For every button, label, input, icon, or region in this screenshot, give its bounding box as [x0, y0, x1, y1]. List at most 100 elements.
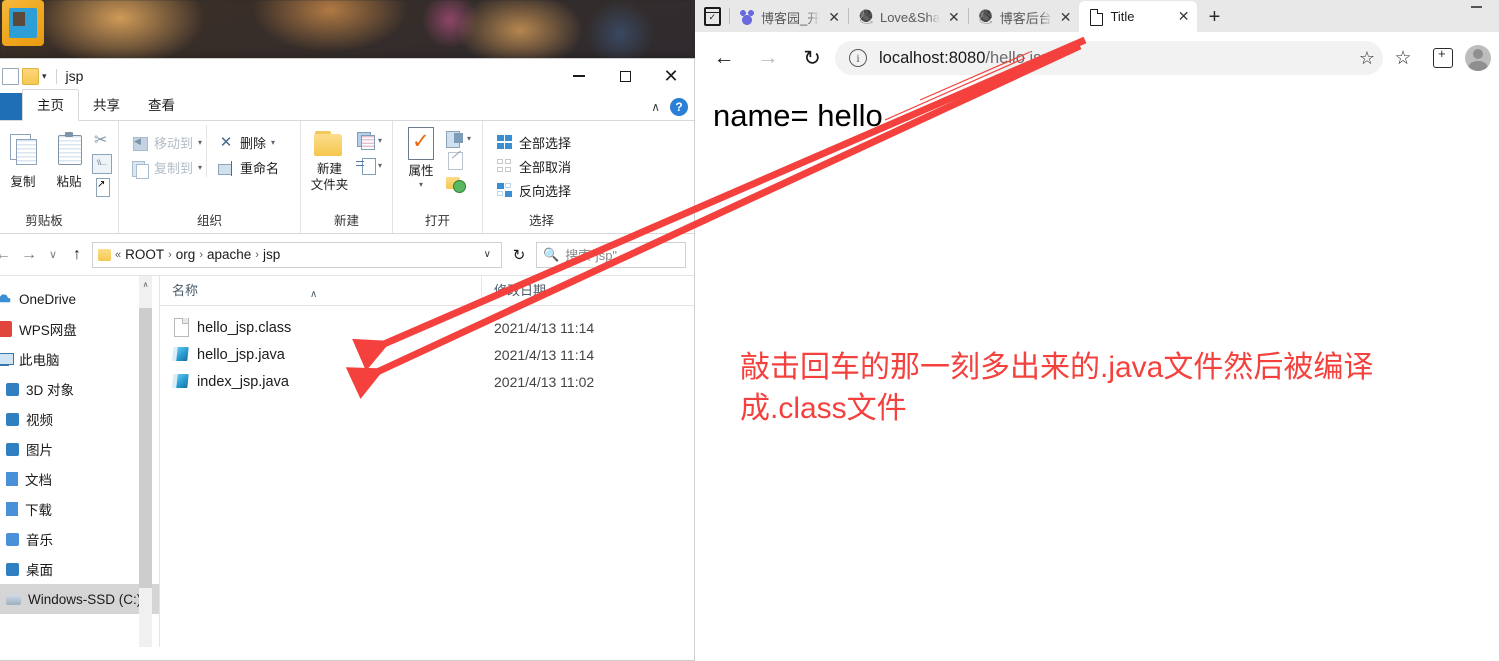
invert-selection-button[interactable]: 反向选择 [497, 181, 571, 200]
desktop-folder-icon[interactable] [2, 0, 44, 46]
browser-tab-2[interactable]: Love&Sha ✕ [849, 2, 968, 32]
site-info-icon[interactable]: i [849, 49, 867, 67]
edit-icon[interactable] [445, 151, 465, 170]
nav-item-desktop[interactable]: 桌面 [0, 554, 160, 584]
pictures-icon [6, 442, 19, 456]
nav-item-this-pc[interactable]: 此电脑 [0, 344, 160, 374]
nav-item-music[interactable]: 音乐 [0, 524, 160, 554]
back-button[interactable]: ← [0, 242, 14, 268]
copy-path-icon[interactable]: \\... [92, 154, 112, 174]
maximize-button[interactable] [602, 59, 648, 93]
close-button[interactable]: ✕ [648, 59, 694, 93]
tab-home[interactable]: 主页 [22, 89, 79, 121]
tab-share[interactable]: 共享 [79, 90, 134, 120]
table-row[interactable]: hello_jsp.class 2021/4/13 11:14 [160, 314, 694, 341]
browser-tab-3[interactable]: 博客后台 ✕ [969, 2, 1080, 32]
select-all-button[interactable]: 全部选择 [497, 133, 571, 152]
chevron-down-icon[interactable]: ▾ [42, 68, 47, 85]
breadcrumb-apache[interactable]: apache [207, 247, 251, 262]
ribbon-group-organize: 移动到 ▾ 复制到 ▾ ✕ 删除 ▾ [118, 121, 300, 233]
rename-button[interactable]: 重命名 [217, 158, 279, 177]
tab-view[interactable]: 查看 [134, 90, 189, 120]
forward-button[interactable]: → [747, 40, 789, 76]
address-bar[interactable]: i localhost:8080/hello.jsp ☆ [835, 41, 1383, 75]
history-icon[interactable] [445, 173, 466, 193]
navigation-pane: OneDrive WPS网盘 此电脑 3D 对象 视频 图片 文档 下载 音乐 … [0, 276, 160, 647]
open-with-button[interactable]: ▾ [445, 129, 471, 148]
paste-shortcut-icon[interactable] [92, 177, 112, 197]
back-button[interactable]: ← [703, 40, 745, 76]
delete-button[interactable]: ✕ 删除 ▾ [217, 133, 279, 152]
move-to-button[interactable]: 移动到 ▾ [131, 133, 202, 152]
browser-minimize-button[interactable] [1461, 0, 1491, 14]
new-item-button[interactable]: ▾ [356, 131, 382, 150]
nav-item-videos[interactable]: 视频 [0, 404, 160, 434]
nav-item-label: WPS网盘 [19, 323, 77, 338]
scrollbar-thumb[interactable] [139, 308, 152, 588]
paste-button[interactable]: 粘贴 [46, 127, 92, 190]
easy-access-button[interactable]: ▾ [355, 156, 382, 175]
new-tab-button[interactable]: + [1197, 2, 1231, 32]
nav-item-wps-cloud[interactable]: WPS网盘 [0, 314, 160, 344]
breadcrumb-root[interactable]: ROOT [125, 247, 164, 262]
close-icon[interactable]: ✕ [946, 9, 962, 26]
table-row[interactable]: index_jsp.java 2021/4/13 11:02 [160, 368, 694, 395]
select-none-button[interactable]: 全部取消 [497, 157, 571, 176]
nav-item-documents[interactable]: 文档 [0, 464, 160, 494]
explorer-content: OneDrive WPS网盘 此电脑 3D 对象 视频 图片 文档 下载 音乐 … [0, 275, 694, 647]
nav-item-label: 3D 对象 [26, 383, 75, 398]
properties-icon[interactable] [2, 67, 19, 85]
refresh-button[interactable]: ↻ [506, 242, 532, 268]
file-rows: hello_jsp.class 2021/4/13 11:14 hello_js… [160, 306, 694, 395]
browser-tab-4[interactable]: Title ✕ [1079, 1, 1198, 32]
forward-button[interactable]: → [18, 242, 40, 268]
chevron-down-icon: ▾ [271, 138, 276, 147]
close-icon[interactable]: ✕ [1176, 8, 1192, 25]
nav-item-downloads[interactable]: 下载 [0, 494, 160, 524]
search-box[interactable]: 🔍 搜索"jsp" [536, 241, 686, 268]
vertical-tabs-button[interactable] [695, 0, 729, 32]
file-name-cell: index_jsp.java [160, 372, 482, 391]
table-row[interactable]: hello_jsp.java 2021/4/13 11:14 [160, 341, 694, 368]
file-name: hello_jsp.java [197, 346, 285, 363]
reload-button[interactable]: ↻ [791, 40, 833, 76]
copy-to-button[interactable]: 复制到 ▾ [131, 158, 202, 179]
nav-item-pictures[interactable]: 图片 [0, 434, 160, 464]
url-host: localhost:8080 [879, 48, 986, 67]
chevron-down-icon: ▾ [418, 179, 423, 189]
address-dropdown-icon[interactable]: ∨ [478, 249, 497, 260]
close-icon[interactable]: ✕ [826, 9, 842, 26]
navigation-pane-scrollbar[interactable]: ∧ [139, 276, 152, 647]
cut-icon[interactable] [92, 130, 112, 151]
breadcrumb-jsp[interactable]: jsp [263, 247, 280, 262]
recent-locations-button[interactable]: ∨ [44, 242, 62, 268]
tab-file[interactable] [0, 93, 22, 120]
column-header-name[interactable]: 名称 ∧ [160, 275, 482, 306]
new-folder-button[interactable]: 新建 文件夹 [307, 123, 352, 193]
scroll-up-icon[interactable]: ∧ [139, 276, 152, 293]
nav-item-3d-objects[interactable]: 3D 对象 [0, 374, 160, 404]
browser-tab-1[interactable]: 博客园_开 ✕ [730, 2, 848, 32]
minimize-button[interactable] [556, 59, 602, 93]
close-icon[interactable]: ✕ [1058, 9, 1074, 26]
properties-button[interactable]: 属性 ▾ [399, 123, 443, 189]
new-folder-icon[interactable] [22, 67, 39, 85]
profile-avatar[interactable] [1465, 45, 1491, 71]
paste-icon [52, 131, 86, 169]
up-button[interactable]: ↑ [66, 242, 88, 268]
collections-add-icon[interactable] [1425, 40, 1461, 76]
group-title-organize: 组织 [196, 214, 222, 228]
address-bar[interactable]: « ROOT › org › apache › jsp ∨ [92, 241, 502, 268]
nav-item-windows-ssd[interactable]: Windows-SSD (C:) [0, 584, 160, 614]
column-header-date[interactable]: 修改日期 [482, 276, 682, 306]
ribbon-group-select: 全部选择 全部取消 反向选择 选择 [482, 121, 600, 233]
collapse-ribbon-icon[interactable]: ∧ [651, 100, 660, 114]
nav-item-onedrive[interactable]: OneDrive [0, 284, 160, 314]
add-favorite-icon[interactable]: ☆ [1359, 48, 1375, 69]
breadcrumb-org[interactable]: org [176, 247, 196, 262]
copy-to-icon [131, 159, 149, 179]
copy-button[interactable]: 复制 [0, 127, 46, 190]
favorites-icon[interactable]: ☆ [1385, 40, 1421, 76]
minimize-icon [1470, 6, 1482, 8]
help-button[interactable]: ? [670, 98, 688, 116]
